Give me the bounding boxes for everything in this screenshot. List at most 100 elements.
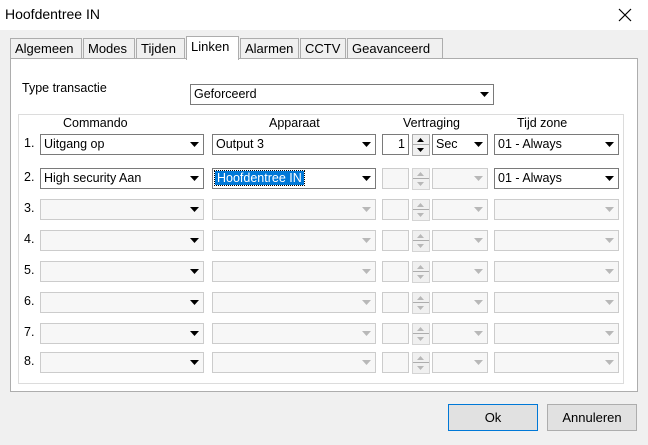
delay-value: 1 [398, 137, 405, 151]
tijdzone-select[interactable]: 01 - Always [494, 134, 619, 155]
delay-unit-select[interactable] [432, 168, 488, 189]
delay-spinner[interactable] [412, 199, 430, 221]
spin-up-button[interactable] [413, 135, 429, 145]
tijdzone-select[interactable] [494, 323, 619, 344]
spin-down-button[interactable] [413, 179, 429, 189]
spin-up-button[interactable] [413, 324, 429, 334]
spin-down-button[interactable] [413, 145, 429, 155]
spin-up-button[interactable] [413, 169, 429, 179]
commando-select[interactable]: High security Aan [40, 168, 204, 189]
tab-alarmen[interactable]: Alarmen [240, 38, 299, 59]
apparaat-select[interactable] [212, 230, 376, 251]
delay-spinner[interactable] [412, 168, 430, 190]
delay-spinner[interactable] [412, 261, 430, 283]
tab-linken[interactable]: Linken [186, 36, 239, 60]
spin-down-button[interactable] [413, 303, 429, 313]
spin-up-button[interactable] [413, 353, 429, 363]
tab-modes[interactable]: Modes [83, 38, 135, 59]
spin-up-button[interactable] [413, 262, 429, 272]
chevron-down-icon [186, 293, 203, 312]
delay-spinner[interactable] [412, 352, 430, 374]
spin-up-icon [417, 265, 424, 269]
tab-algemeen[interactable]: Algemeen [10, 38, 82, 59]
chevron-down-icon [358, 200, 375, 219]
apparaat-select[interactable]: Output 3 [212, 134, 376, 155]
spin-up-icon [417, 327, 424, 331]
delay-input[interactable] [382, 323, 409, 344]
chevron-down-icon [601, 200, 618, 219]
apparaat-select[interactable] [212, 199, 376, 220]
chevron-down-icon [601, 353, 618, 372]
delay-input[interactable] [382, 199, 409, 220]
apparaat-select[interactable] [212, 261, 376, 282]
spin-up-icon [417, 203, 424, 207]
row-number: 8. [24, 354, 35, 368]
delay-unit-select[interactable] [432, 199, 488, 220]
delay-input[interactable] [382, 292, 409, 313]
cancel-button[interactable]: Annuleren [547, 404, 637, 431]
delay-unit-select[interactable] [432, 230, 488, 251]
chevron-down-icon [186, 262, 203, 281]
chevron-down-icon [358, 231, 375, 250]
delay-unit-select[interactable] [432, 292, 488, 313]
delay-unit-select[interactable]: Sec [432, 134, 488, 155]
delay-input[interactable] [382, 168, 409, 189]
spin-up-button[interactable] [413, 293, 429, 303]
spin-down-button[interactable] [413, 334, 429, 344]
spin-up-button[interactable] [413, 231, 429, 241]
delay-spinner[interactable] [412, 134, 430, 156]
commando-select[interactable] [40, 199, 204, 220]
commando-select[interactable] [40, 230, 204, 251]
tijdzone-select[interactable] [494, 352, 619, 373]
apparaat-select[interactable] [212, 352, 376, 373]
type-transactie-select[interactable]: Geforceerd [190, 84, 494, 105]
tab-tijden[interactable]: Tijden [136, 38, 185, 59]
tab-geavanceerd[interactable]: Geavanceerd [347, 38, 443, 59]
apparaat-select[interactable]: Hoofdentree IN [212, 168, 376, 189]
apparaat-select[interactable] [212, 323, 376, 344]
spin-up-icon [417, 172, 424, 176]
commando-select[interactable] [40, 352, 204, 373]
commando-select[interactable] [40, 261, 204, 282]
commando-value: Uitgang op [44, 137, 105, 151]
row-number: 2. [24, 170, 35, 184]
delay-input[interactable] [382, 261, 409, 282]
delay-unit-select[interactable] [432, 261, 488, 282]
chevron-down-icon [186, 353, 203, 372]
tijdzone-select[interactable] [494, 292, 619, 313]
ok-button[interactable]: Ok [448, 404, 538, 431]
tijdzone-select[interactable]: 01 - Always [494, 168, 619, 189]
spin-down-button[interactable] [413, 272, 429, 282]
close-button[interactable] [602, 0, 648, 30]
spin-up-button[interactable] [413, 200, 429, 210]
chevron-down-icon [358, 262, 375, 281]
spin-down-button[interactable] [413, 241, 429, 251]
delay-unit-select[interactable] [432, 352, 488, 373]
delay-unit-select[interactable] [432, 323, 488, 344]
tijdzone-select[interactable] [494, 199, 619, 220]
apparaat-select[interactable] [212, 292, 376, 313]
spin-down-icon [417, 366, 424, 370]
delay-input[interactable] [382, 230, 409, 251]
delay-input[interactable] [382, 352, 409, 373]
spin-down-icon [417, 306, 424, 310]
chevron-down-icon [186, 324, 203, 343]
chevron-down-icon [601, 135, 618, 154]
chevron-down-icon [470, 324, 487, 343]
commando-select[interactable] [40, 323, 204, 344]
spin-down-button[interactable] [413, 363, 429, 373]
delay-spinner[interactable] [412, 292, 430, 314]
tab-cctv[interactable]: CCTV [300, 38, 346, 59]
commando-select[interactable] [40, 292, 204, 313]
chevron-down-icon [601, 262, 618, 281]
chevron-down-icon [186, 169, 203, 188]
delay-input[interactable]: 1 [382, 134, 409, 155]
chevron-down-icon [470, 135, 487, 154]
spin-down-button[interactable] [413, 210, 429, 220]
spin-down-icon [417, 182, 424, 186]
tijdzone-select[interactable] [494, 230, 619, 251]
delay-spinner[interactable] [412, 230, 430, 252]
tijdzone-select[interactable] [494, 261, 619, 282]
delay-spinner[interactable] [412, 323, 430, 345]
commando-select[interactable]: Uitgang op [40, 134, 204, 155]
